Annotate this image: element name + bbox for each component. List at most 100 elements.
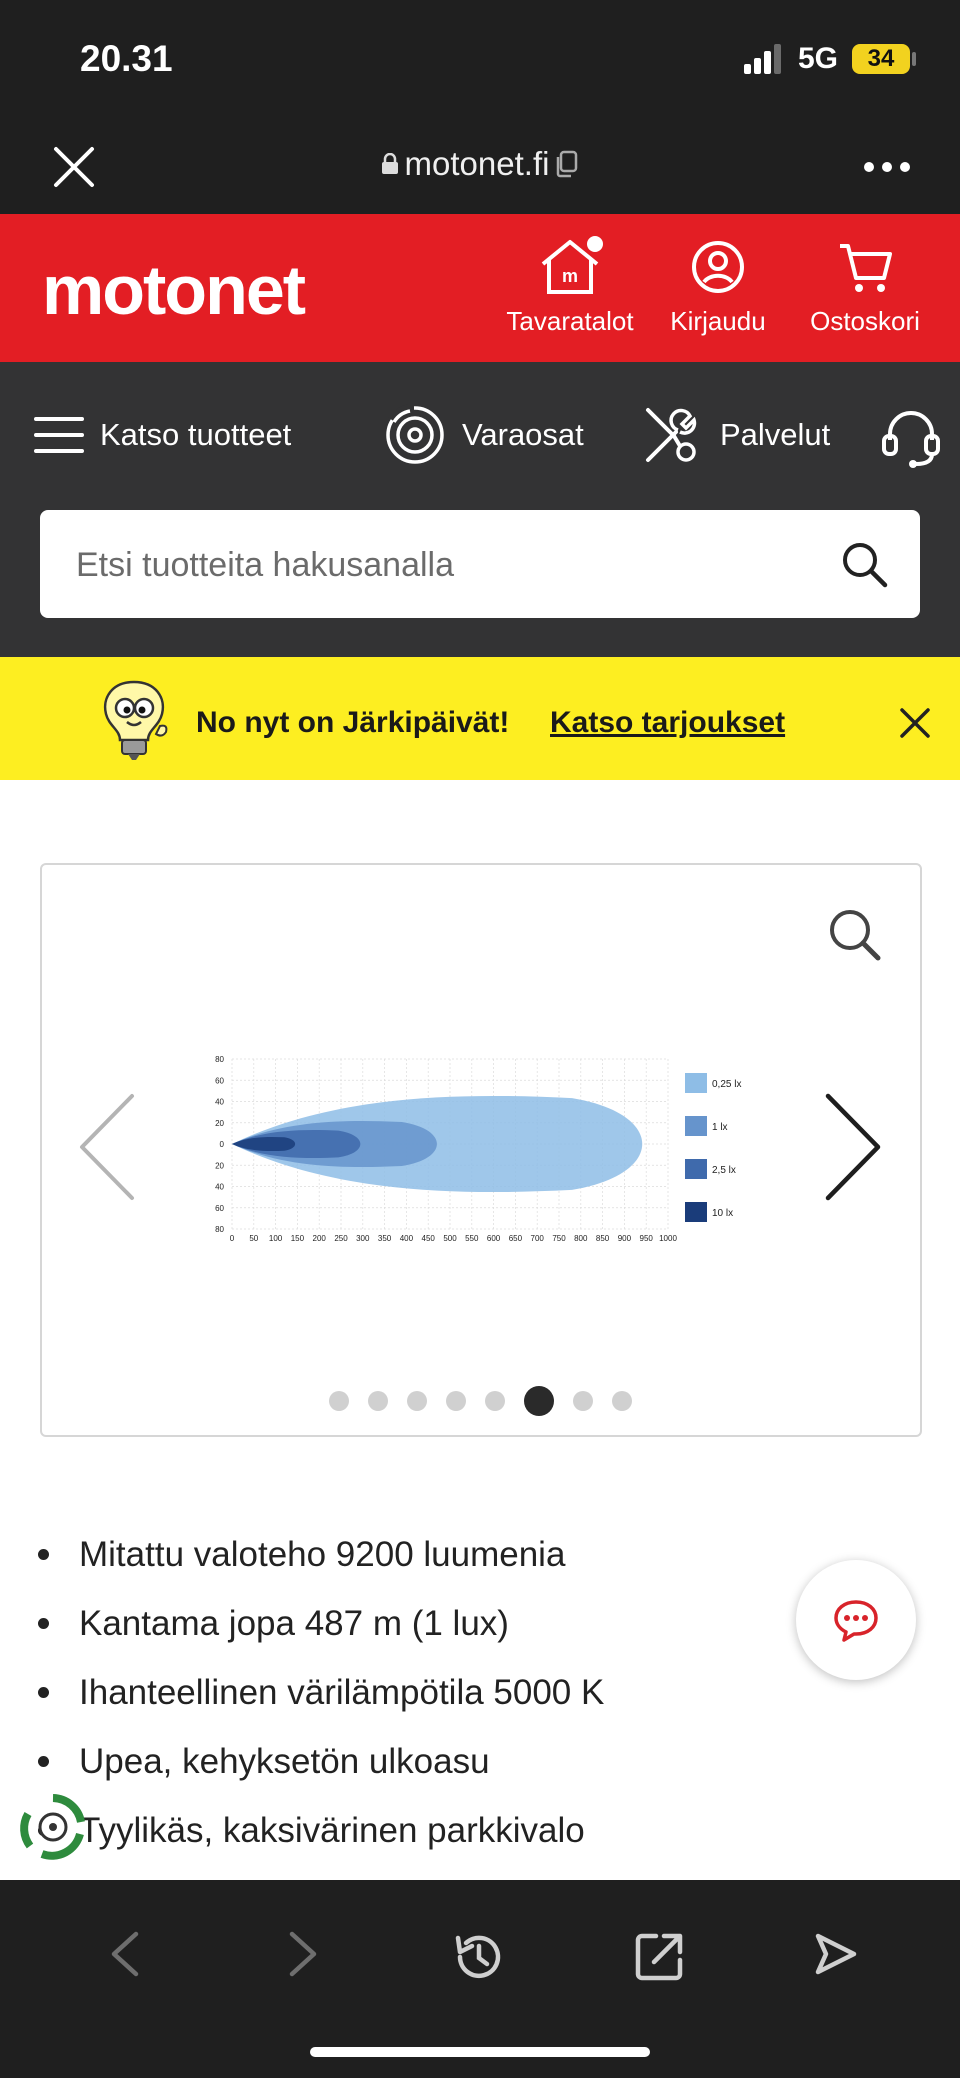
gallery-dot[interactable] — [611, 1391, 632, 1411]
bullet-icon — [38, 1687, 49, 1698]
gallery-dot[interactable] — [523, 1386, 554, 1416]
bullet-icon — [38, 1549, 49, 1560]
feature-item: Ihanteellinen värilämpötila 5000 K — [34, 1658, 604, 1727]
y-tick-label: 40 — [215, 1183, 224, 1192]
battery-tip — [912, 52, 916, 66]
chat-bubble-icon — [834, 1600, 878, 1642]
x-tick-label: 400 — [400, 1234, 414, 1243]
y-tick-label: 80 — [215, 1225, 224, 1234]
legend-swatch — [685, 1116, 707, 1136]
store-icon: m — [541, 236, 603, 294]
gallery-dot[interactable] — [484, 1391, 505, 1411]
y-tick-label: 80 — [215, 1055, 224, 1064]
bullet-icon — [38, 1756, 49, 1767]
share-icon[interactable] — [632, 1930, 686, 1984]
x-tick-label: 900 — [618, 1234, 632, 1243]
legend-label: 2,5 lx — [712, 1165, 736, 1176]
gallery-prev-icon[interactable] — [76, 1092, 138, 1202]
legend-label: 10 lx — [712, 1208, 733, 1219]
nav-varaosat[interactable]: Varaosat — [384, 404, 584, 464]
menu-icon — [34, 417, 84, 453]
y-tick-label: 20 — [215, 1119, 224, 1128]
x-tick-label: 450 — [422, 1234, 436, 1243]
gallery-pagination — [0, 1386, 960, 1416]
gallery-dot[interactable] — [328, 1391, 349, 1411]
x-tick-label: 500 — [443, 1234, 457, 1243]
home-indicator — [310, 2047, 650, 2057]
y-tick-label: 60 — [215, 1204, 224, 1213]
legend-swatch — [685, 1202, 707, 1222]
svg-text:m: m — [562, 266, 578, 286]
header-nav-kirjaudu[interactable]: Kirjaudu — [648, 236, 788, 337]
feature-item: Upea, kehyksetön ulkoasu — [34, 1727, 604, 1796]
signal-icon — [744, 44, 781, 74]
send-icon[interactable] — [812, 1930, 860, 1978]
banner-text: No nyt on Järkipäivät! — [196, 706, 510, 739]
battery-level: 34 — [852, 44, 910, 74]
network-type: 5G — [798, 42, 839, 75]
x-tick-label: 150 — [291, 1234, 305, 1243]
nav-label: Palvelut — [720, 417, 831, 452]
more-options-icon[interactable] — [862, 160, 912, 174]
x-tick-label: 600 — [487, 1234, 501, 1243]
lightbulb-mascot-icon — [103, 680, 168, 760]
x-tick-label: 1000 — [659, 1234, 677, 1243]
legend-swatch — [685, 1159, 707, 1179]
back-icon[interactable] — [104, 1930, 144, 1978]
gallery-next-icon[interactable] — [822, 1092, 884, 1202]
y-tick-label: 60 — [215, 1076, 224, 1085]
x-tick-label: 0 — [230, 1234, 235, 1243]
copy-icon[interactable] — [555, 150, 579, 178]
tools-icon — [646, 408, 697, 462]
beam-area — [232, 1136, 296, 1152]
gallery-dot[interactable] — [572, 1391, 593, 1411]
header-nav-label: Kirjaudu — [670, 306, 766, 336]
nav-katso-tuotteet[interactable]: Katso tuotteet — [34, 410, 291, 460]
feature-text: Mitattu valoteho 9200 luumenia — [79, 1534, 566, 1574]
feature-text: Kantama jopa 487 m (1 lux) — [79, 1603, 509, 1643]
history-icon[interactable] — [452, 1930, 506, 1984]
feature-list: Mitattu valoteho 9200 luumenia Kantama jo… — [34, 1520, 604, 1865]
eco-recycle-badge-icon[interactable] — [18, 1792, 88, 1862]
gallery-dot[interactable] — [445, 1391, 466, 1411]
legend-swatch — [685, 1073, 707, 1093]
x-tick-label: 950 — [640, 1234, 654, 1243]
x-tick-label: 350 — [378, 1234, 392, 1243]
x-tick-label: 50 — [249, 1234, 258, 1243]
user-icon — [692, 241, 744, 293]
headset-icon[interactable] — [878, 404, 944, 470]
forward-icon[interactable] — [284, 1930, 324, 1978]
feature-text: Ihanteellinen värilämpötila 5000 K — [79, 1672, 605, 1712]
bullet-icon — [38, 1618, 49, 1629]
nav-palvelut[interactable]: Palvelut — [638, 408, 831, 462]
feature-text: Tyylikäs, kaksivärinen parkkivalo — [79, 1810, 585, 1850]
zoom-icon[interactable] — [826, 906, 884, 964]
feature-text: Upea, kehyksetön ulkoasu — [79, 1741, 490, 1781]
y-tick-label: 0 — [220, 1140, 225, 1149]
gallery-dot[interactable] — [406, 1391, 427, 1411]
light-beam-chart: 0 50 100 150 200 250 300 350 400 450 500 550 600 650 7… — [215, 1055, 741, 1243]
lock-icon — [381, 153, 398, 174]
x-tick-label: 200 — [313, 1234, 327, 1243]
header-nav-label: Tavaratalot — [506, 306, 634, 336]
x-tick-label: 650 — [509, 1234, 523, 1243]
banner-close-icon[interactable] — [898, 706, 932, 740]
y-tick-label: 20 — [215, 1161, 224, 1170]
header-nav-tavaratalot[interactable]: m Tavaratalot — [500, 236, 640, 337]
search-icon[interactable] — [840, 540, 890, 590]
header-nav-ostoskori[interactable]: Ostoskori — [795, 236, 935, 337]
address-bar[interactable]: motonet.fi — [0, 145, 960, 183]
gallery-dot[interactable] — [367, 1391, 388, 1411]
x-tick-label: 750 — [552, 1234, 566, 1243]
x-tick-label: 700 — [531, 1234, 545, 1243]
feature-item: Mitattu valoteho 9200 luumenia — [34, 1520, 604, 1589]
chat-button[interactable] — [796, 1560, 916, 1680]
cart-icon — [840, 244, 892, 292]
x-tick-label: 250 — [334, 1234, 348, 1243]
url-text: motonet.fi — [404, 145, 550, 182]
banner-offers-link[interactable]: Katso tarjoukset — [550, 706, 785, 740]
legend-label: 1 lx — [712, 1122, 728, 1133]
site-logo[interactable]: motonet — [42, 250, 306, 330]
nav-label: Varaosat — [462, 417, 584, 452]
search-input[interactable] — [74, 510, 838, 620]
